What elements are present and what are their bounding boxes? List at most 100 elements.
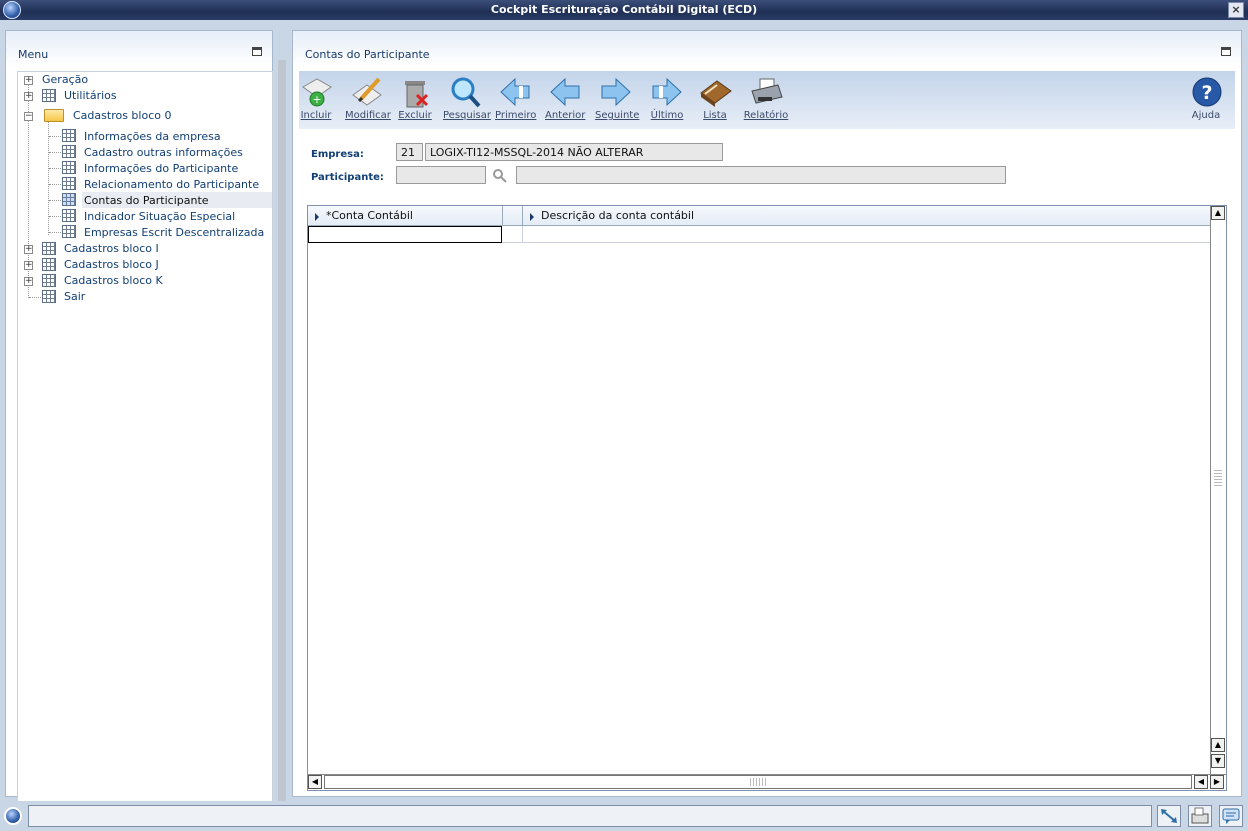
svg-text:+: + [312,93,321,106]
menu-item-cadastros-bloco-k[interactable]: Cadastros bloco K [64,273,163,288]
expand-utilitarios-icon[interactable]: + [24,92,33,101]
resize-arrows-icon[interactable] [1157,805,1181,827]
grid-icon [62,129,76,142]
scroll-down-icon[interactable]: ▼ [1211,754,1225,768]
toolbar-primeiro-label: Primeiro [495,110,537,121]
menu-header: Menu [6,31,272,67]
scroll-left-icon[interactable]: ◀ [308,775,322,789]
grid-vertical-scrollbar[interactable]: ▲ ▲ ▼ [1210,206,1226,774]
scroll-up-icon[interactable]: ▲ [1211,738,1225,752]
status-bar [0,801,1248,831]
toolbar-relatorio-button[interactable]: Relatório [743,75,789,121]
toolbar-pesquisar-button[interactable]: Pesquisar [443,75,491,121]
expand-geracao-icon[interactable]: + [24,76,33,85]
toolbar-seguinte-label: Seguinte [595,110,640,121]
printer-icon [748,75,784,109]
toolbar: + Incluir Modificar Excluir Pesquisar Pr… [299,71,1235,129]
grid-icon [42,89,56,102]
toolbar-seguinte-button[interactable]: Seguinte [595,75,640,121]
column-header-descricao-conta[interactable]: Descrição da conta contábil [523,206,1210,226]
next-arrow-icon [598,75,634,109]
toolbar-excluir-button[interactable]: Excluir [397,75,433,121]
expand-cadastros-bloco-k-icon[interactable]: + [24,277,33,286]
grid-icon [62,193,76,206]
main-minimize-button[interactable] [1221,47,1231,56]
menu-title: Menu [18,48,49,61]
empresa-name-field[interactable]: LOGIX-TI12-MSSQL-2014 NÃO ALTERAR [425,143,723,161]
main-panel: Contas do Participante + Incluir Modific… [292,30,1242,797]
zoom-search-icon[interactable] [493,169,507,183]
menu-item-cadastros-bloco-j[interactable]: Cadastros bloco J [64,257,159,272]
menu-item-relacionamento-participante[interactable]: Relacionamento do Participante [84,177,259,192]
grid-horizontal-scrollbar[interactable]: ◀ ◀ ▶ [308,774,1226,790]
menu-item-informacoes-empresa[interactable]: Informações da empresa [84,129,221,144]
app-frame: Menu + Geração + Utilitários − Cadastros… [0,20,1248,802]
status-logo-icon [4,807,22,825]
toolbar-primeiro-button[interactable]: Primeiro [495,75,537,121]
toolbar-modificar-label: Modificar [345,110,391,121]
collapse-cadastros-bloco-0-icon[interactable]: − [24,112,33,121]
keyboard-icon[interactable] [1188,805,1212,827]
add-document-icon: + [299,75,335,109]
participante-label: Participante: [311,172,384,183]
menu-item-cadastros-bloco-i[interactable]: Cadastros bloco I [64,241,159,256]
menu-item-contas-participante[interactable]: Contas do Participante [84,193,209,208]
toolbar-incluir-label: Incluir [300,110,332,121]
window-titlebar: Cockpit Escrituração Contábil Digital (E… [0,0,1248,20]
scroll-right-icon[interactable]: ▶ [1210,775,1224,789]
empresa-code-field[interactable]: 21 [396,143,423,161]
cell-conta-contabil[interactable] [308,226,502,243]
panel-splitter[interactable] [278,60,286,801]
close-button[interactable]: × [1228,2,1244,18]
scroll-left-icon[interactable]: ◀ [1194,775,1208,789]
toolbar-lista-button[interactable]: Lista [695,75,735,121]
main-header: Contas do Participante [293,31,1241,67]
column-header-conta-contabil[interactable]: *Conta Contábil [308,206,503,226]
toolbar-modificar-button[interactable]: Modificar [345,75,391,121]
cell-descricao-conta[interactable] [523,226,1210,243]
help-icon: ? [1189,75,1225,109]
menu-item-cadastro-outras-informacoes[interactable]: Cadastro outras informações [84,145,243,160]
menu-item-utilitarios[interactable]: Utilitários [64,88,117,103]
chat-message-icon[interactable] [1219,805,1243,827]
trash-icon [397,75,433,109]
expand-cadastros-bloco-j-icon[interactable]: + [24,261,33,270]
toolbar-relatorio-label: Relatório [743,110,789,121]
menu-minimize-button[interactable] [252,47,262,56]
menu-item-indicador-situacao-especial[interactable]: Indicador Situação Especial [84,209,235,224]
menu-tree: + Geração + Utilitários − Cadastros bloc… [17,71,273,802]
toolbar-ajuda-label: Ajuda [1191,110,1221,121]
empresa-label: Empresa: [311,149,364,160]
folder-open-icon [44,109,64,122]
toolbar-ultimo-label: Último [650,110,684,121]
grid-icon [62,177,76,190]
participante-code-field[interactable] [396,166,486,184]
menu-item-empresas-escrit-descentralizada[interactable]: Empresas Escrit Descentralizada [84,225,264,240]
grid-icon [62,225,76,238]
menu-item-informacoes-participante[interactable]: Informações do Participante [84,161,238,176]
toolbar-excluir-label: Excluir [398,110,432,121]
toolbar-incluir-button[interactable]: + Incluir [299,75,333,121]
grid-icon [42,258,56,271]
menu-panel: Menu + Geração + Utilitários − Cadastros… [5,30,273,802]
scroll-up-icon[interactable]: ▲ [1211,206,1225,220]
grid-icon [42,274,56,287]
menu-item-sair[interactable]: Sair [64,289,85,304]
menu-item-geracao[interactable]: Geração [42,72,88,87]
toolbar-anterior-button[interactable]: Anterior [545,75,585,121]
page-title: Contas do Participante [305,48,430,61]
toolbar-anterior-label: Anterior [545,110,586,121]
menu-item-cadastros-bloco-0[interactable]: Cadastros bloco 0 [73,108,171,123]
grid-icon [62,161,76,174]
data-grid: *Conta Contábil Descrição da conta contá… [307,205,1227,791]
svg-text:?: ? [1201,82,1212,104]
toolbar-ultimo-button[interactable]: Último [647,75,687,121]
toolbar-ajuda-button[interactable]: ? Ajuda [1189,75,1223,121]
first-arrow-icon [497,75,533,109]
table-row[interactable] [308,226,1210,243]
book-icon [697,75,733,109]
last-arrow-icon [649,75,685,109]
status-message-field [28,805,1152,827]
participante-name-field[interactable] [516,166,1006,184]
expand-cadastros-bloco-i-icon[interactable]: + [24,245,33,254]
